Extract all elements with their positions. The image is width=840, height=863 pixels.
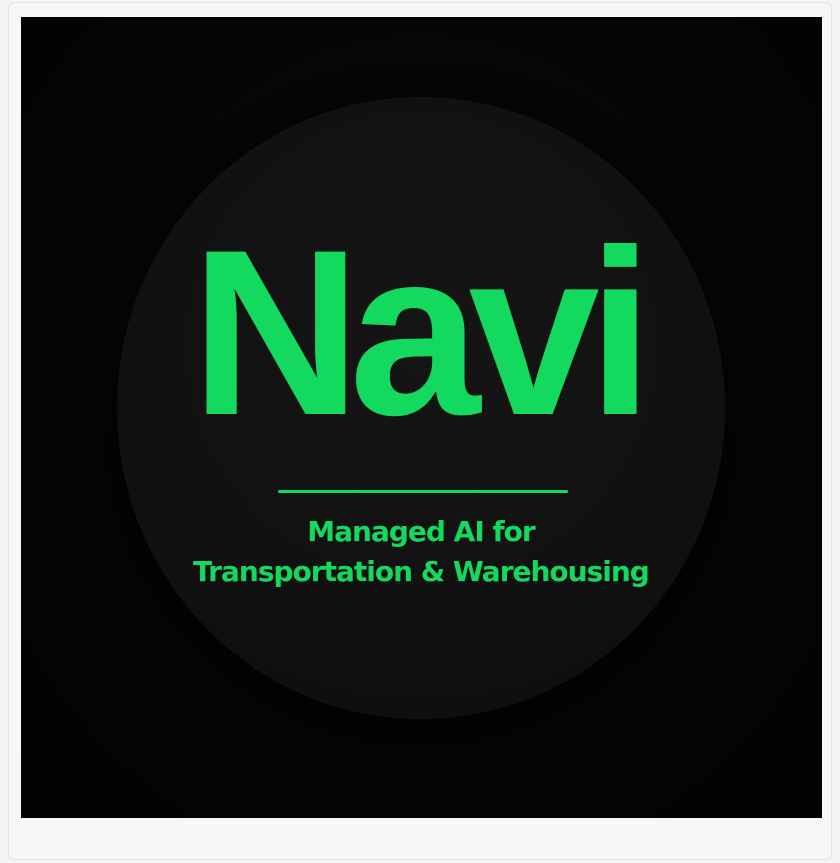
logo-badge: Navi Managed AI for Transportation & War… [117, 97, 725, 719]
logo-canvas: Navi Managed AI for Transportation & War… [21, 17, 822, 818]
logo-wordmark: Navi [190, 201, 654, 465]
logo-tagline-line-2: Transportation & Warehousing [193, 555, 650, 588]
logo-tagline-line-1: Managed AI for [307, 515, 535, 548]
logo-divider [278, 490, 568, 493]
